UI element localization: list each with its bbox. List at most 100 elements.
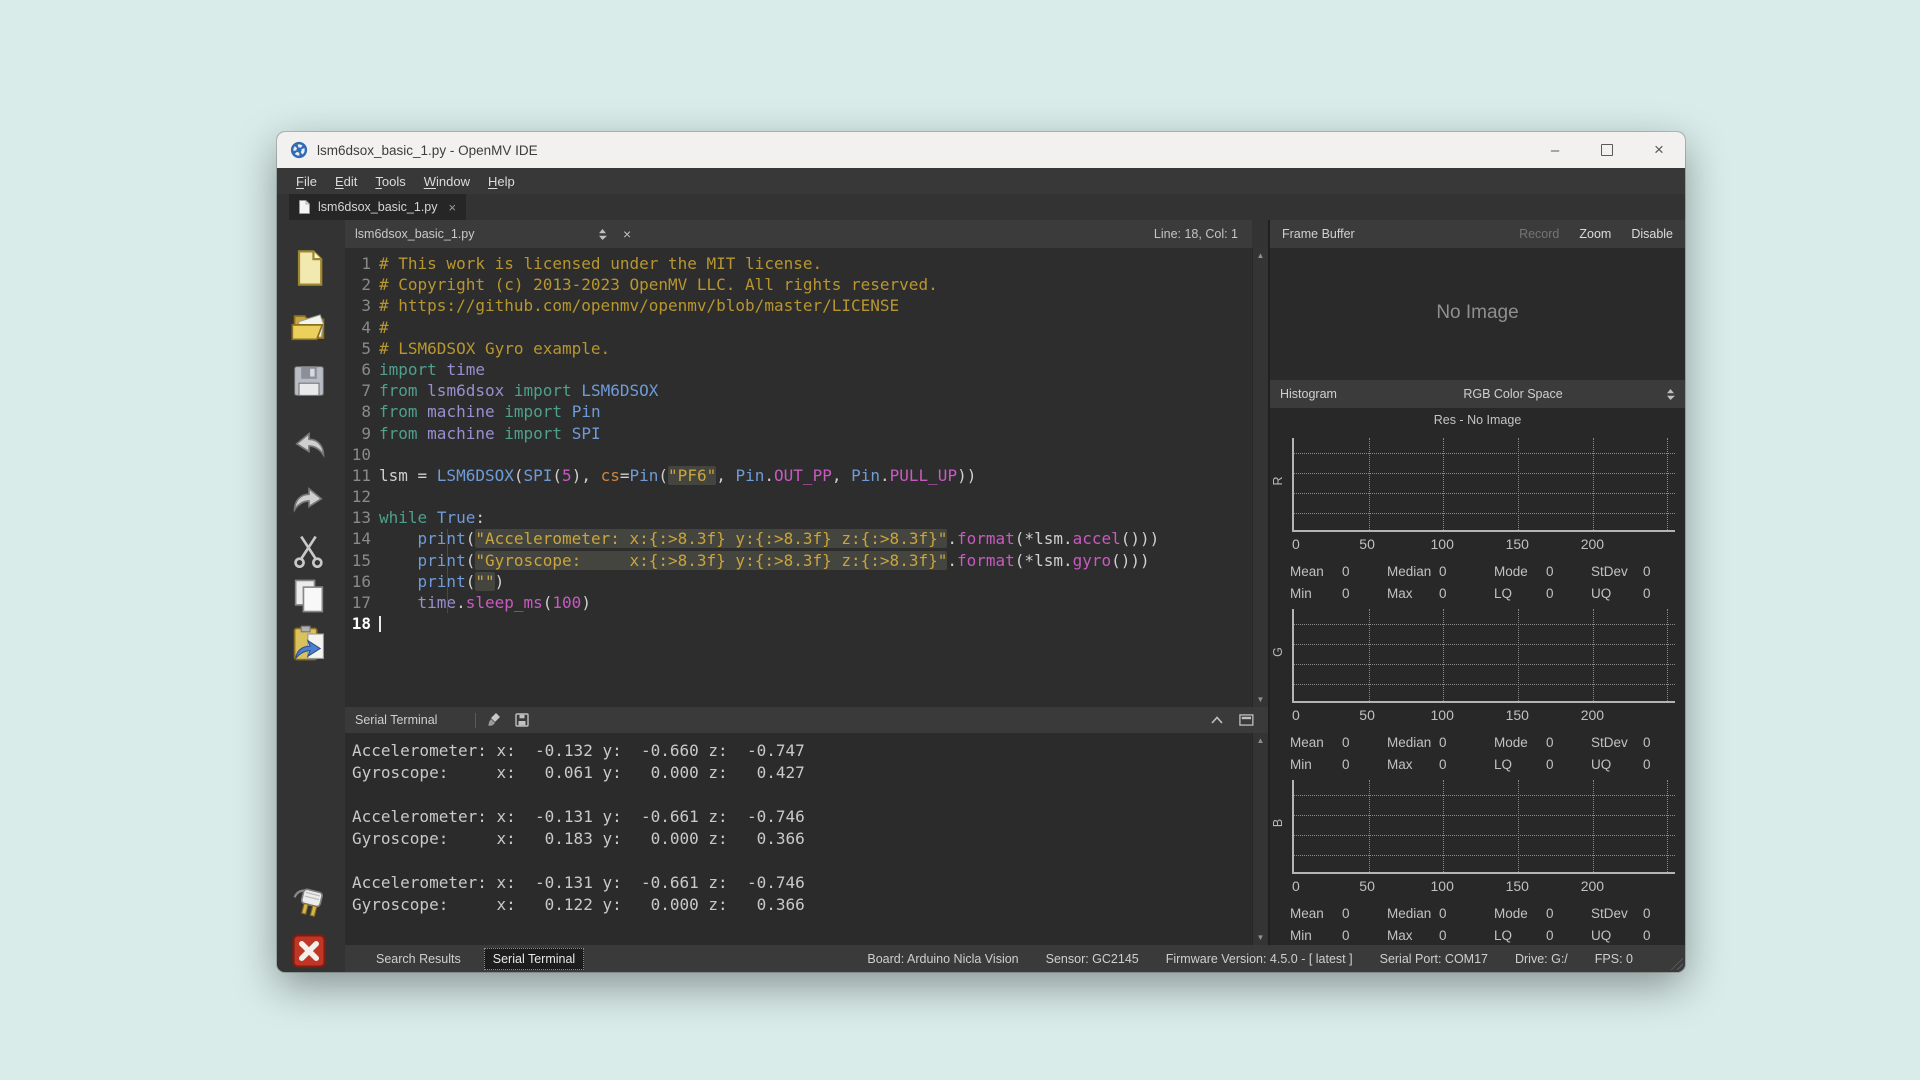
gridline: [1294, 472, 1675, 474]
stat-mode: Mode 0: [1494, 564, 1591, 579]
line-number: 15: [351, 550, 371, 570]
paste-icon[interactable]: [289, 624, 329, 664]
terminal-scrollbar[interactable]: ▲ ▼: [1252, 733, 1268, 945]
code-line-content: # Copyright (c) 2013-2023 OpenMV LLC. Al…: [379, 275, 938, 295]
stat-label: Mode: [1494, 563, 1528, 579]
save-log-icon[interactable]: [514, 712, 530, 728]
code-line-content: lsm = LSM6DSOX(SPI(5), cs=Pin("PF6", Pin…: [379, 465, 977, 485]
code-line-content: from lsm6dsox import LSM6DSOX: [379, 381, 659, 401]
tick-label: 150: [1505, 707, 1529, 723]
stat-label: Max: [1387, 585, 1413, 601]
stat-value: 0: [1643, 927, 1651, 943]
minimize-button[interactable]: –: [1529, 132, 1581, 168]
title-bar[interactable]: lsm6dsox_basic_1.py - OpenMV IDE – ×: [277, 132, 1685, 168]
gridline: [1294, 513, 1675, 515]
close-button[interactable]: ×: [1633, 132, 1685, 168]
undo-icon[interactable]: [289, 426, 329, 466]
scroll-up-icon[interactable]: ▲: [1253, 251, 1268, 260]
code-line: 9 from machine import SPI: [345, 423, 1252, 444]
stat-max: Max 0: [1387, 928, 1494, 943]
histogram-channels: R 0 50 100 150 200 Mean 0 Median 0 Mode 0 StDev 0 Min 0…: [1270, 432, 1685, 945]
menu-item-edit[interactable]: Edit: [326, 171, 366, 192]
stat-value: 0: [1546, 756, 1554, 772]
stat-label: LQ: [1494, 927, 1513, 943]
stat-stdev: StDev 0: [1591, 564, 1677, 579]
scroll-up-icon[interactable]: ▲: [1253, 736, 1268, 745]
code-line-content: while True:: [379, 508, 485, 528]
maximize-button[interactable]: [1581, 132, 1633, 168]
stat-label: LQ: [1494, 585, 1513, 601]
scroll-down-icon[interactable]: ▼: [1253, 933, 1268, 942]
x-axis-ticks: 0 50 100 150 200: [1292, 707, 1675, 729]
detach-panel-icon[interactable]: [1239, 714, 1254, 726]
code-line: 7 from lsm6dsox import LSM6DSOX: [345, 380, 1252, 401]
scroll-down-icon[interactable]: ▼: [1253, 695, 1268, 704]
redo-icon[interactable]: [289, 481, 329, 521]
menu-item-tools[interactable]: Tools: [366, 171, 414, 192]
open-file-icon[interactable]: [289, 306, 329, 346]
serial-terminal-header: Serial Terminal: [345, 707, 1268, 733]
tab-strip: lsm6dsox_basic_1.py ×: [277, 194, 1685, 220]
collapse-terminal-icon[interactable]: [1211, 716, 1223, 724]
close-file-icon[interactable]: ×: [623, 226, 631, 242]
frame-buffer-view: No Image: [1270, 248, 1685, 380]
tick-label: 200: [1580, 536, 1605, 552]
stats-row: Mean 0 Median 0 Mode 0 StDev 0: [1290, 902, 1681, 924]
menu-item-file[interactable]: File: [287, 171, 326, 192]
stat-label: UQ: [1591, 756, 1612, 772]
menu-item-help[interactable]: Help: [479, 171, 524, 192]
stat-value: 0: [1546, 563, 1554, 579]
menu-item-window[interactable]: Window: [415, 171, 479, 192]
open-file-selector[interactable]: lsm6dsox_basic_1.py: [355, 227, 598, 241]
openmv-logo-icon: [290, 141, 308, 159]
tab-close-icon[interactable]: ×: [449, 200, 457, 215]
tab-lsm6dsox-basic-1[interactable]: lsm6dsox_basic_1.py ×: [289, 194, 467, 220]
status-tab-search-results[interactable]: Search Results: [367, 948, 470, 970]
editor-scrollbar[interactable]: ▲ ▼: [1252, 248, 1268, 707]
stat-value: 0: [1546, 734, 1554, 750]
color-space-select[interactable]: RGB Color Space: [1360, 387, 1675, 401]
connect-icon[interactable]: [289, 884, 329, 924]
line-number: 16: [351, 571, 371, 591]
status-bar: Search Results Serial Terminal Board: Ard…: [345, 945, 1685, 972]
line-number: 1: [361, 254, 371, 273]
code-line-content: #: [379, 317, 389, 337]
status-tab-serial-terminal[interactable]: Serial Terminal: [483, 947, 585, 970]
stat-label: StDev: [1591, 905, 1628, 921]
stats-row: Min 0 Max 0 LQ 0 UQ 0: [1290, 924, 1681, 946]
code-line-content: from machine import Pin: [379, 402, 601, 422]
code-line-content: # This work is licensed under the MIT li…: [379, 254, 823, 273]
new-file-icon[interactable]: [289, 248, 329, 288]
cut-icon[interactable]: [289, 531, 329, 571]
file-selector-arrows-icon[interactable]: [598, 228, 607, 241]
code-editor[interactable]: 1 # This work is licensed under the MIT l…: [345, 248, 1252, 707]
stat-value: 0: [1546, 905, 1554, 921]
stat-min: Min 0: [1290, 928, 1387, 943]
stat-value: 0: [1439, 927, 1447, 943]
serial-terminal-output[interactable]: Accelerometer: x: -0.132 y: -0.660 z: -0…: [345, 733, 1252, 945]
clear-terminal-icon[interactable]: [487, 712, 503, 728]
histogram-plot: [1292, 438, 1675, 532]
stop-script-icon[interactable]: [289, 931, 329, 971]
file-icon: [299, 200, 310, 214]
tick-label: 150: [1505, 878, 1529, 894]
status-item: Board: Arduino Nicla Vision: [867, 951, 1019, 966]
right-panel: Frame Buffer Record Zoom Disable No Image …: [1268, 220, 1685, 945]
copy-icon[interactable]: [289, 576, 329, 616]
window-title: lsm6dsox_basic_1.py - OpenMV IDE: [317, 142, 538, 158]
histogram-channel-r: R 0 50 100 150 200 Mean 0 Median 0 Mode 0 StDev 0 Min 0…: [1270, 432, 1685, 603]
save-file-icon[interactable]: [289, 361, 329, 401]
status-item: FPS: 0: [1594, 951, 1633, 966]
disable-button[interactable]: Disable: [1631, 227, 1673, 241]
code-line: 13 while True:: [345, 507, 1252, 528]
stat-uq: UQ 0: [1591, 757, 1677, 772]
stat-value: 0: [1643, 585, 1651, 601]
stat-value: 0: [1643, 905, 1651, 921]
code-line-content: print("Accelerometer: x:{:>8.3f} y:{:>8.…: [417, 529, 1160, 549]
stat-lq: LQ 0: [1494, 928, 1591, 943]
line-number: 9: [361, 423, 371, 443]
frame-buffer-title: Frame Buffer: [1282, 227, 1355, 241]
record-button[interactable]: Record: [1519, 227, 1559, 241]
zoom-button[interactable]: Zoom: [1579, 227, 1611, 241]
stat-stdev: StDev 0: [1591, 906, 1677, 921]
